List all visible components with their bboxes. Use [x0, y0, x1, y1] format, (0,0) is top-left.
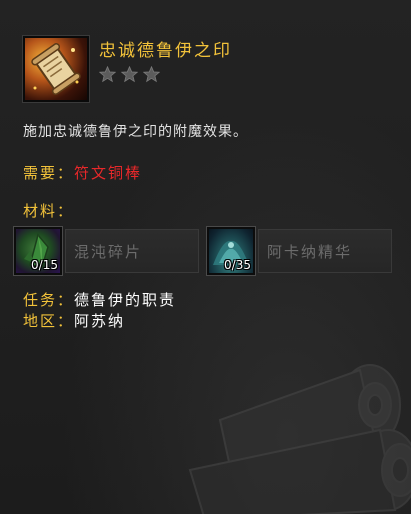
requires-label: 需要 — [23, 164, 58, 182]
recipe-tooltip-panel: 忠诚德鲁伊之印 施加忠诚德鲁伊之印的附魔效果。 需要：符文铜棒 材料： 0/15… — [0, 0, 411, 514]
recipe-title: 忠诚德鲁伊之印 — [99, 41, 232, 61]
reagent-name: 阿卡纳精华 — [267, 242, 353, 261]
reagent-name: 混沌碎片 — [74, 242, 143, 261]
quest-value[interactable]: 德鲁伊的职责 — [74, 291, 176, 309]
scrolls-decoration — [188, 364, 411, 514]
arcane-essence-icon: 0/35 — [207, 227, 255, 275]
reagent-count: 0/15 — [31, 258, 58, 272]
star-icon — [99, 66, 116, 83]
requires-separator: ： — [57, 164, 75, 182]
requires-tool: 符文铜棒 — [74, 164, 143, 182]
reagent-name-box: 阿卡纳精华 — [258, 229, 392, 273]
zone-line: 地区：阿苏纳 — [23, 310, 125, 331]
requires-line: 需要：符文铜棒 — [23, 162, 142, 183]
star-icon — [143, 66, 160, 83]
reagent-name-box: 混沌碎片 — [65, 229, 199, 273]
zone-label: 地区： — [23, 312, 75, 330]
chaos-shard-icon: 0/15 — [14, 227, 62, 275]
reagent-chaos-shard[interactable]: 0/15 混沌碎片 — [14, 227, 199, 275]
scroll-enchant-icon[interactable] — [23, 36, 89, 102]
materials-label: 材料： — [23, 202, 75, 220]
star-icon — [121, 66, 138, 83]
reagent-count: 0/35 — [224, 258, 251, 272]
reagent-arcane-essence[interactable]: 0/35 阿卡纳精华 — [207, 227, 392, 275]
quest-line: 任务：德鲁伊的职责 — [23, 289, 176, 310]
quest-label: 任务： — [23, 291, 75, 309]
rank-stars — [99, 66, 160, 83]
recipe-description: 施加忠诚德鲁伊之印的附魔效果。 — [23, 124, 248, 140]
zone-value: 阿苏纳 — [74, 312, 126, 330]
